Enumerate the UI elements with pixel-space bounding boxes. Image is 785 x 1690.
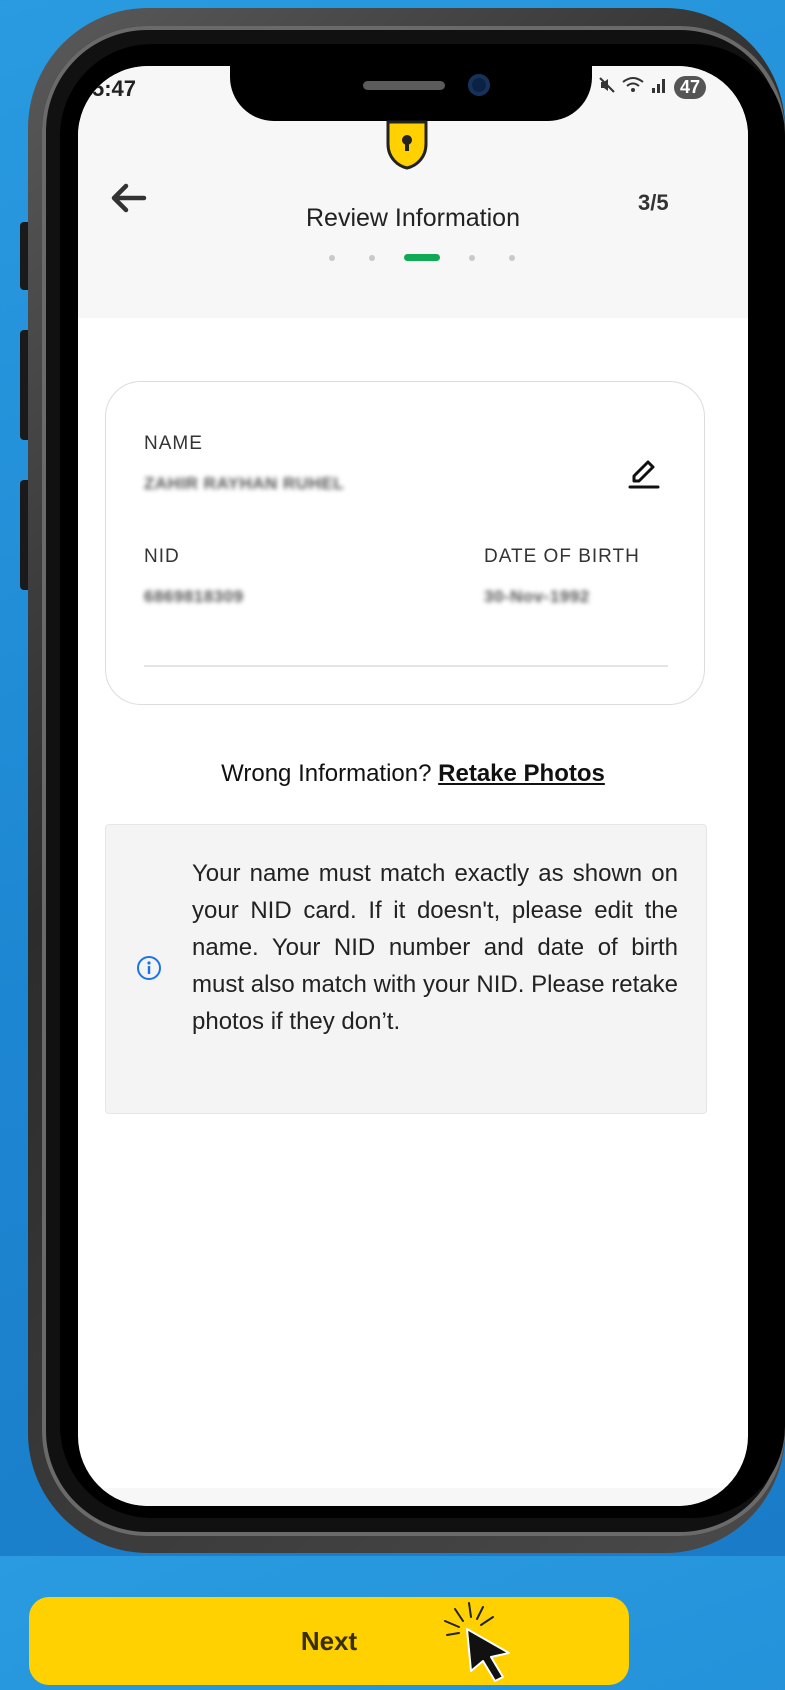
name-value: ZAHIR RAYHAN RUHEL <box>144 474 345 493</box>
step-dot <box>469 254 475 261</box>
phone-screen: 5:47 47 Review Information 3/5 NAME ZAHI… <box>78 66 748 1506</box>
status-time: 5:47 <box>92 76 137 101</box>
camera-notch <box>230 66 592 121</box>
card-divider <box>144 665 668 667</box>
click-cursor-icon <box>435 1599 515 1690</box>
wrong-info-text: Wrong Information? <box>221 760 439 787</box>
wifi-icon <box>622 76 644 99</box>
step-dot <box>369 254 375 261</box>
shield-lock-icon <box>382 118 432 175</box>
step-counter: 3/5 <box>638 190 669 215</box>
battery-indicator: 47 <box>674 76 707 99</box>
info-notice-box: Your name must match exactly as shown on… <box>105 824 707 1114</box>
front-camera <box>468 74 490 96</box>
status-icons: 47 <box>598 76 707 99</box>
nid-value: 6869818309 <box>144 587 244 606</box>
step-dot <box>329 254 335 261</box>
retake-prompt: Wrong Information? Retake Photos <box>78 760 748 788</box>
signal-icon <box>650 76 668 99</box>
nid-label: NID <box>144 546 180 567</box>
step-dot <box>509 254 515 261</box>
speaker-grille <box>363 81 445 90</box>
edit-pencil-icon[interactable] <box>624 450 664 490</box>
mute-icon <box>598 76 616 99</box>
info-review-card: NAME ZAHIR RAYHAN RUHEL NID 6869818309 D… <box>105 381 705 705</box>
step-dot-active <box>404 254 440 261</box>
bottom-strip <box>78 1488 748 1506</box>
next-button[interactable]: Next <box>29 1597 629 1685</box>
retake-photos-link[interactable]: Retake Photos <box>438 760 605 787</box>
dob-value: 30-Nov-1992 <box>484 587 590 606</box>
info-icon <box>136 955 162 986</box>
name-label: NAME <box>144 433 203 454</box>
next-button-label: Next <box>300 1626 358 1656</box>
info-notice-text: Your name must match exactly as shown on… <box>192 860 678 1035</box>
step-progress-dots <box>312 254 532 261</box>
dob-label: DATE OF BIRTH <box>484 546 640 567</box>
